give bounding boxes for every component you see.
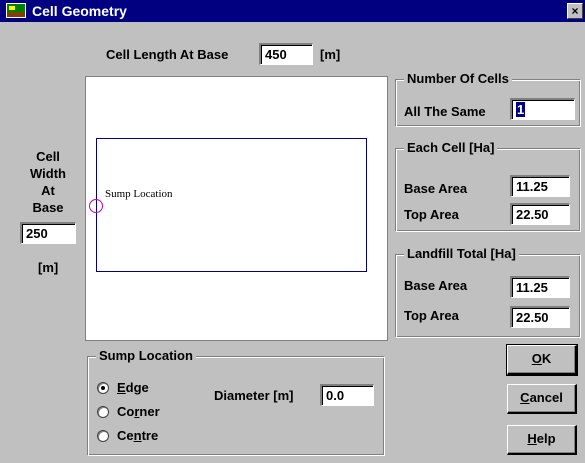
sump-location-title: Sump Location [96, 348, 196, 363]
sump-centre-label[interactable]: Centre [117, 428, 158, 443]
cell-width-label-line: Cell [36, 149, 60, 164]
number-of-cells-input[interactable]: 1 [510, 98, 575, 120]
landfill-total-title: Landfill Total [Ha] [404, 246, 519, 261]
landfill-app-icon [6, 3, 26, 18]
cell-width-label-line: At [41, 183, 55, 198]
all-the-same-label: All The Same [404, 104, 486, 119]
help-button[interactable]: Help [507, 425, 577, 455]
window-title: Cell Geometry [32, 3, 127, 19]
close-button[interactable]: × [567, 3, 583, 19]
number-of-cells-value: 1 [516, 102, 526, 117]
cell-outline [96, 138, 367, 272]
cell-width-label: Cell Width At Base [20, 148, 76, 216]
sump-corner-label[interactable]: Corner [117, 404, 160, 419]
sump-corner-radio[interactable] [97, 406, 109, 418]
diameter-input[interactable]: 0.0 [320, 384, 374, 406]
landfill-total-top-area-field: 22.50 [510, 306, 570, 328]
each-cell-base-area-field: 11.25 [510, 175, 570, 197]
cell-width-label-line: Base [32, 200, 64, 215]
landfill-total-top-label: Top Area [404, 308, 459, 323]
cell-width-label-line: Width [30, 166, 66, 181]
landfill-total-base-label: Base Area [404, 278, 468, 293]
cancel-button[interactable]: Cancel [507, 384, 577, 414]
number-of-cells-title: Number Of Cells [404, 71, 512, 86]
each-cell-title: Each Cell [Ha] [404, 140, 498, 155]
cell-width-input[interactable]: 250 [20, 222, 76, 244]
sump-marker-icon [89, 199, 103, 213]
cell-length-label: Cell Length At Base [106, 47, 229, 62]
cell-width-unit: [m] [38, 260, 59, 275]
sump-centre-radio[interactable] [97, 430, 109, 442]
ok-button[interactable]: OK [506, 344, 578, 376]
each-cell-base-label: Base Area [404, 181, 468, 196]
cell-length-unit: [m] [320, 47, 341, 62]
cell-geometry-dialog: Cell Geometry × Cell Length At Base 450 … [0, 0, 585, 463]
cell-length-input[interactable]: 450 [259, 43, 313, 65]
sump-edge-label[interactable]: Edge [117, 380, 149, 395]
title-bar[interactable]: Cell Geometry × [0, 0, 585, 22]
sump-edge-radio[interactable] [97, 382, 109, 394]
sump-location-annotation: Sump Location [105, 188, 173, 200]
diameter-label: Diameter [m] [214, 388, 294, 403]
each-cell-top-label: Top Area [404, 207, 459, 222]
landfill-total-base-area-field: 11.25 [510, 276, 570, 298]
each-cell-top-area-field: 22.50 [510, 203, 570, 225]
